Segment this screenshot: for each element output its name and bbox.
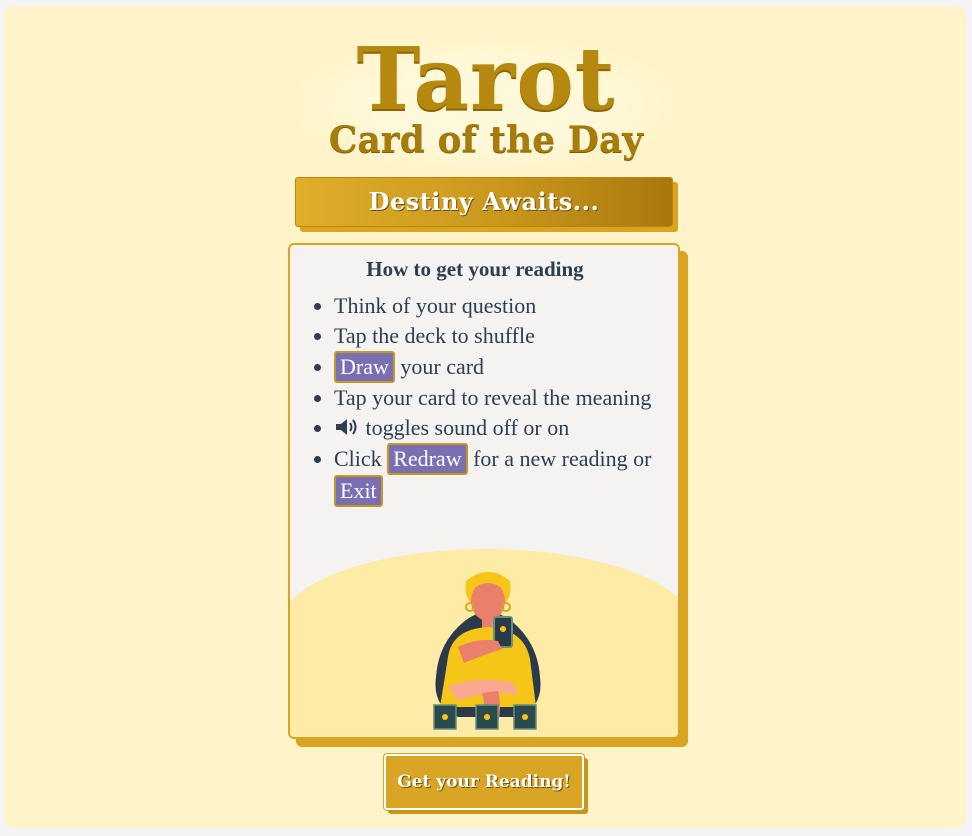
destiny-banner: Destiny Awaits... (295, 177, 673, 227)
logo-subtitle: Card of the Day (328, 119, 644, 161)
list-item: toggles sound off or on (334, 413, 674, 443)
app-logo: Tarot Card of the Day (300, 29, 672, 170)
instructions-card: How to get your reading Think of your qu… (288, 243, 680, 739)
instructions-title: How to get your reading (366, 257, 584, 281)
fortune-teller-illustration (433, 572, 541, 730)
instructions-list: Think of your question Tap the deck to s… (334, 291, 674, 507)
logo-title: Tarot (356, 29, 616, 130)
speaker-icon (334, 415, 360, 435)
list-item: Tap your card to reveal the meaning (334, 383, 674, 413)
list-item: Tap the deck to shuffle (334, 321, 674, 351)
redraw-button[interactable]: Redraw (387, 443, 468, 475)
exit-button[interactable]: Exit (334, 475, 383, 507)
draw-button[interactable]: Draw (334, 351, 395, 383)
list-item: Think of your question (334, 291, 674, 321)
get-reading-button[interactable]: Get your Reading! (384, 754, 584, 810)
list-item: Draw your card (334, 351, 674, 383)
list-item: Click Redraw for a new reading or Exit (334, 443, 674, 507)
